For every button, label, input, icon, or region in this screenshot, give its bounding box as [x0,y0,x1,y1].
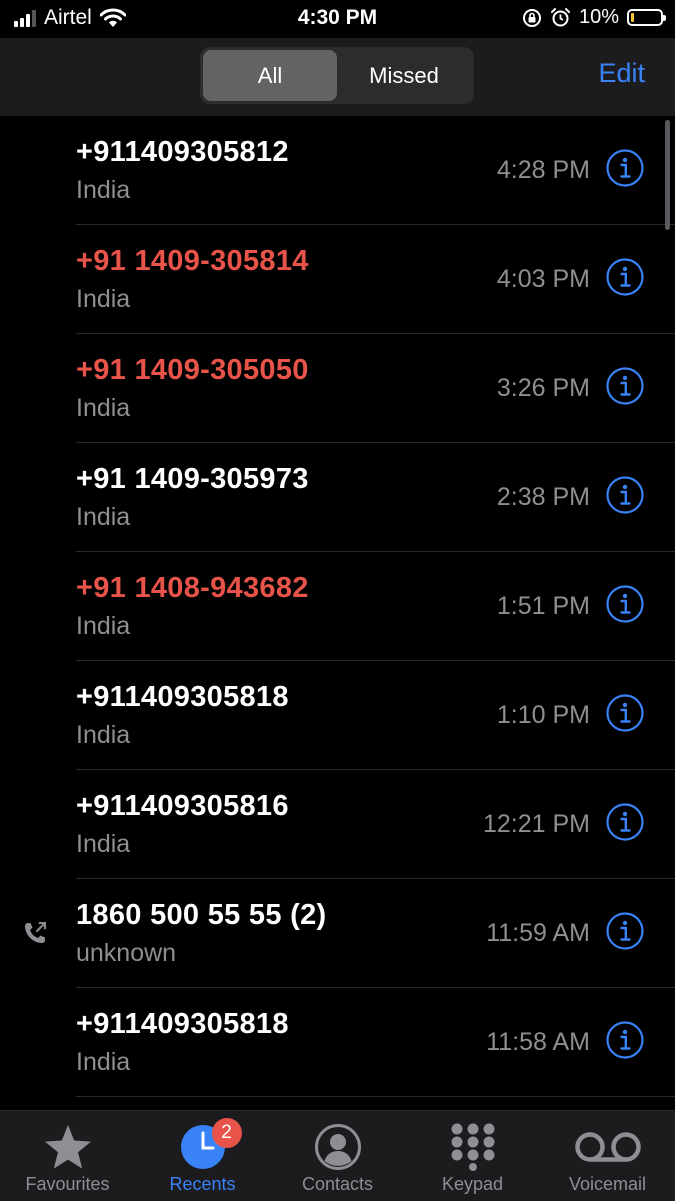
caller-location: India [76,176,131,204]
caller-number: +911409305818 [76,681,289,713]
person-icon [314,1124,361,1170]
caller-location: India [76,721,131,749]
tab-label: Favourites [25,1174,110,1194]
voicemail-icon [574,1132,641,1162]
caller-number: +911409305812 [76,136,289,168]
call-time: 12:21 PM [482,810,590,838]
caller-number: +91 1408-943682 [76,572,309,604]
segment-missed[interactable]: Missed [337,50,471,101]
caller-location: India [76,394,131,422]
call-time: 11:59 AM [486,919,590,947]
tab-label: Recents [169,1174,236,1194]
call-time: 2:38 PM [496,483,590,511]
call-row[interactable]: +91 1409-305050 India 3:26 PM [0,334,675,443]
row-separator [76,1096,675,1097]
info-icon[interactable] [606,912,644,950]
info-icon[interactable] [606,803,644,841]
notification-badge: 2 [211,1118,242,1148]
header: All Missed Edit [0,38,675,116]
tab-label: Keypad [441,1174,504,1194]
info-icon[interactable] [606,367,644,405]
info-icon[interactable] [606,1021,644,1059]
tab-voicemail[interactable]: Voicemail [540,1111,675,1201]
caller-location: India [76,285,131,313]
caller-location: unknown [76,939,177,967]
keypad-icon [451,1123,494,1171]
caller-location: India [76,1048,131,1076]
caller-location: India [76,503,131,531]
call-row[interactable]: +911409305812 India 4:28 PM [0,116,675,225]
tab-label: Contacts [301,1174,374,1194]
orientation-lock-icon [522,8,541,27]
tab-recents[interactable]: 2 Recents [135,1111,270,1201]
info-icon[interactable] [606,694,644,732]
scrollbar[interactable] [665,120,670,230]
tab-bar: Favourites 2 Recents Contacts Keypad Voi… [0,1110,675,1201]
recents-list[interactable]: +911409305812 India 4:28 PM +91 1409-305814… [0,116,675,1110]
info-icon[interactable] [606,149,644,187]
call-time: 4:03 PM [496,265,590,293]
caller-location: India [76,612,131,640]
caller-number: +91 1409-305973 [76,463,309,495]
battery-percent: 10% [578,6,619,28]
segmented-control: All Missed [200,47,474,104]
call-row[interactable]: 1860 500 55 55 (2) unknown 11:59 AM [0,879,675,988]
tab-label: Voicemail [568,1174,647,1194]
call-row[interactable]: +91 1408-943682 India 1:51 PM [0,552,675,661]
info-icon[interactable] [606,585,644,623]
call-time: 1:10 PM [496,701,590,729]
tab-contacts[interactable]: Contacts [270,1111,405,1201]
call-row[interactable]: +91 1409-305814 India 4:03 PM [0,225,675,334]
caller-number: +911409305816 [76,790,289,822]
info-icon[interactable] [606,258,644,296]
call-time: 11:58 AM [486,1028,590,1056]
tab-favourites[interactable]: Favourites [0,1111,135,1201]
call-row[interactable]: +91 1409-305973 India 2:38 PM [0,443,675,552]
call-time: 4:28 PM [496,156,590,184]
caller-number: 1860 500 55 55 (2) [76,899,327,931]
caller-number: +911409305818 [76,1008,289,1040]
status-bar: Airtel 4:30 PM 10% [0,0,675,38]
call-row[interactable]: +911409305818 India 1:10 PM [0,661,675,770]
call-row[interactable]: +911409305816 India 12:21 PM [0,770,675,879]
caller-location: India [76,830,131,858]
call-row[interactable]: +911409305818 India 11:58 AM [0,988,675,1097]
alarm-icon [550,8,570,27]
segment-all[interactable]: All [203,50,337,101]
caller-number: +91 1409-305050 [76,354,309,386]
call-time: 3:26 PM [496,374,590,402]
call-time: 1:51 PM [496,592,590,620]
star-icon [44,1125,91,1169]
battery-icon [627,9,666,26]
caller-number: +91 1409-305814 [76,245,309,277]
outgoing-call-icon [22,920,48,946]
edit-button[interactable]: Edit [598,58,645,89]
info-icon[interactable] [606,476,644,514]
tab-keypad[interactable]: Keypad [405,1111,540,1201]
